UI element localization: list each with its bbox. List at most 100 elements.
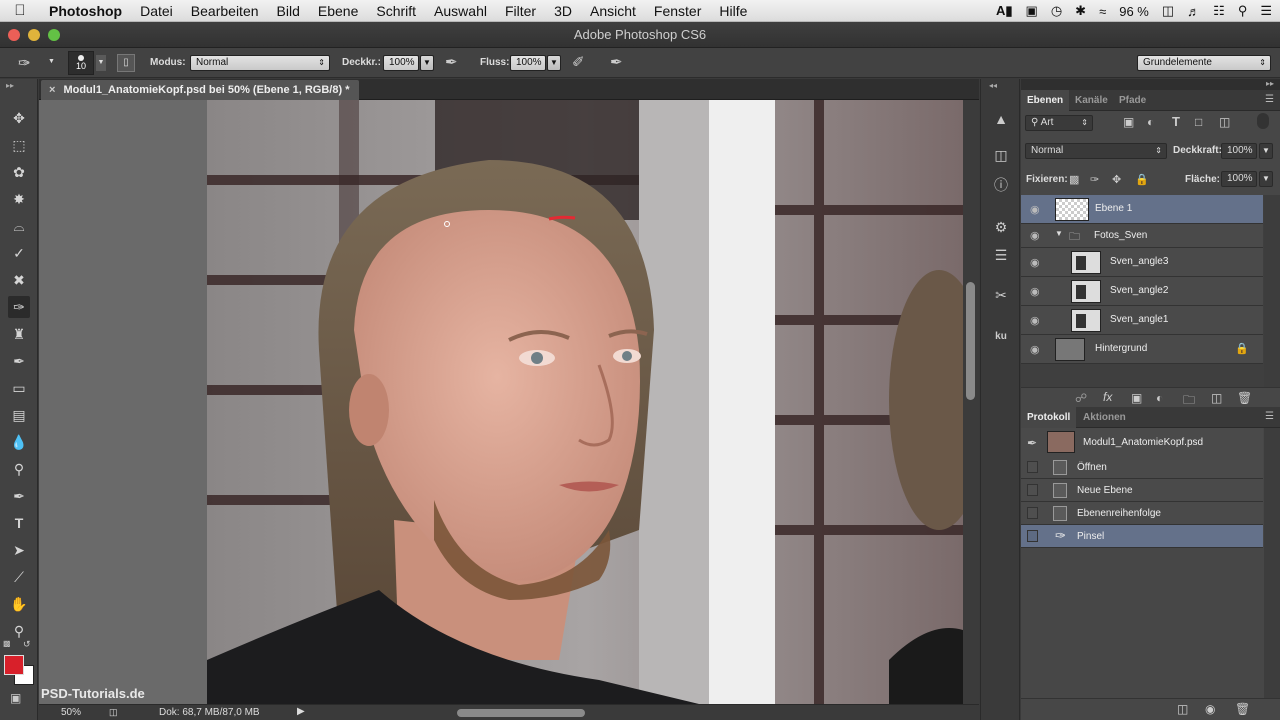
- pressure-size-icon[interactable]: ✒: [610, 53, 623, 71]
- tab-protokoll[interactable]: Protokoll: [1021, 407, 1077, 428]
- add-mask-icon[interactable]: ▣: [1131, 391, 1142, 405]
- eye-icon[interactable]: ◉: [1030, 256, 1040, 269]
- eye-icon[interactable]: ◉: [1030, 343, 1040, 356]
- type-tool-icon[interactable]: T: [8, 512, 30, 534]
- history-step-neue-ebene[interactable]: Neue Ebene: [1021, 479, 1263, 502]
- camera-snapshot-icon[interactable]: ◉: [1205, 702, 1215, 716]
- brush-preset-icon[interactable]: ✑: [18, 54, 31, 72]
- histogram-icon[interactable]: ▲: [989, 109, 1013, 129]
- battery-icon[interactable]: ◫: [1162, 3, 1174, 19]
- filter-adjustment-icon[interactable]: ◐: [1147, 115, 1154, 129]
- history-checkbox[interactable]: [1027, 530, 1038, 542]
- flow-field[interactable]: 100%: [510, 55, 546, 71]
- foreground-color-swatch[interactable]: [4, 655, 24, 675]
- photo-canvas[interactable]: [39, 100, 963, 704]
- menu-photoshop[interactable]: Photoshop: [40, 3, 131, 19]
- eye-icon[interactable]: ◉: [1030, 229, 1040, 242]
- menu-schrift[interactable]: Schrift: [367, 3, 425, 19]
- filter-type-icon[interactable]: T: [1172, 114, 1180, 129]
- history-step-pinsel[interactable]: ✑ Pinsel: [1021, 525, 1263, 548]
- menu-filter[interactable]: Filter: [496, 3, 545, 19]
- adobe-status-icon[interactable]: A▮: [996, 3, 1013, 19]
- layer-row-fotos-sven[interactable]: ◉ ▼ 🗀 Fotos_Sven: [1021, 224, 1263, 248]
- panel-menu-icon[interactable]: ☰: [1265, 411, 1274, 422]
- tab-kanaele[interactable]: Kanäle: [1069, 90, 1114, 111]
- layer-row-hintergrund[interactable]: ◉ Hintergrund 🔒: [1021, 335, 1263, 364]
- opacity-field[interactable]: 100%: [383, 55, 419, 71]
- brush-size-chevron-icon[interactable]: ▼: [96, 55, 106, 71]
- default-colors-icon[interactable]: ▩: [3, 639, 11, 648]
- layer-row-ebene-1[interactable]: ◉ Ebene 1: [1021, 195, 1263, 224]
- vertical-scrollbar[interactable]: [963, 100, 979, 704]
- horizontal-scroll-thumb[interactable]: [457, 709, 585, 717]
- fill-field[interactable]: 100%: [1221, 171, 1257, 187]
- history-checkbox[interactable]: [1027, 461, 1038, 473]
- healing-brush-tool-icon[interactable]: ✖: [8, 269, 30, 291]
- spotlight-icon[interactable]: ⚲: [1238, 3, 1248, 19]
- brush-tool-icon[interactable]: ✑: [8, 296, 30, 318]
- gradient-tool-icon[interactable]: ▤: [8, 404, 30, 426]
- adjustments-icon[interactable]: ☰: [989, 245, 1013, 265]
- fx-icon[interactable]: fx: [1103, 390, 1112, 404]
- trash-icon[interactable]: 🗑: [1237, 391, 1252, 405]
- workspace-dropdown[interactable]: Grundelemente ⇕: [1137, 55, 1271, 71]
- zoom-window-button[interactable]: [48, 29, 60, 41]
- marquee-tool-icon[interactable]: ⬚: [8, 134, 30, 156]
- close-tab-icon[interactable]: ×: [49, 84, 55, 96]
- eye-icon[interactable]: ◉: [1030, 203, 1040, 216]
- history-step-oeffnen[interactable]: Öffnen: [1021, 456, 1263, 479]
- link-layers-icon[interactable]: ☍: [1075, 391, 1087, 405]
- line-tool-icon[interactable]: ⟋: [8, 566, 30, 588]
- layer-row-sven-angle1[interactable]: ◉ Sven_angle1: [1021, 306, 1263, 335]
- eye-icon[interactable]: ◉: [1030, 314, 1040, 327]
- lock-paint-icon[interactable]: ✑: [1090, 173, 1099, 186]
- layer-opacity-field[interactable]: 100%: [1221, 143, 1257, 159]
- airbrush-icon[interactable]: ✐: [572, 53, 585, 71]
- lock-transparency-icon[interactable]: ▩: [1069, 173, 1079, 186]
- info-panel-icon[interactable]: ◫: [989, 145, 1013, 165]
- bluetooth-icon[interactable]: ✱: [1075, 3, 1086, 19]
- menu-3d[interactable]: 3D: [545, 3, 581, 19]
- tool-presets-icon[interactable]: ✂: [989, 285, 1013, 305]
- keyboard-icon[interactable]: ☷: [1213, 3, 1225, 19]
- trash-icon[interactable]: 🗑: [1235, 702, 1250, 716]
- menu-fenster[interactable]: Fenster: [645, 3, 710, 19]
- vertical-scroll-thumb[interactable]: [966, 282, 975, 400]
- fill-chevron-icon[interactable]: ▼: [1259, 171, 1273, 187]
- filter-smartobject-icon[interactable]: ◫: [1219, 115, 1230, 129]
- minimize-window-button[interactable]: [28, 29, 40, 41]
- export-icon[interactable]: ◫: [109, 707, 118, 718]
- document-tab[interactable]: × Modul1_AnatomieKopf.psd bei 50% (Ebene …: [41, 80, 360, 100]
- layer-row-sven-angle3[interactable]: ◉ Sven_angle3: [1021, 248, 1263, 277]
- notification-center-icon[interactable]: ☰: [1260, 3, 1272, 19]
- new-document-from-state-icon[interactable]: ◫: [1177, 702, 1188, 716]
- filter-shape-icon[interactable]: □: [1195, 115, 1202, 129]
- flow-chevron-icon[interactable]: ▼: [547, 55, 561, 71]
- magic-wand-tool-icon[interactable]: ✸: [8, 188, 30, 210]
- collapse-arrows-icon[interactable]: ▸▸: [6, 81, 14, 90]
- swap-colors-icon[interactable]: ↺: [23, 639, 31, 650]
- wifi-icon[interactable]: ≈: [1099, 4, 1106, 19]
- zoom-level[interactable]: 50%: [61, 707, 81, 718]
- filter-toggle[interactable]: [1257, 113, 1269, 129]
- collapse-arrows-icon[interactable]: ◂◂: [989, 81, 997, 90]
- clone-stamp-tool-icon[interactable]: ♜: [8, 323, 30, 345]
- menu-bearbeiten[interactable]: Bearbeiten: [182, 3, 268, 19]
- brush-panel-toggle-icon[interactable]: ▯: [117, 54, 135, 72]
- tab-pfade[interactable]: Pfade: [1113, 90, 1152, 111]
- time-machine-icon[interactable]: ◷: [1051, 3, 1062, 19]
- menu-hilfe[interactable]: Hilfe: [710, 3, 756, 19]
- apple-icon[interactable]: : [0, 2, 40, 19]
- panel-menu-icon[interactable]: ☰: [1265, 94, 1274, 105]
- new-adjustment-icon[interactable]: ◐: [1156, 391, 1163, 405]
- canvas-area[interactable]: PSD-Tutorials.de: [39, 100, 963, 704]
- menu-bild[interactable]: Bild: [268, 3, 309, 19]
- lock-all-icon[interactable]: 🔒: [1135, 173, 1149, 186]
- layers-scrollbar[interactable]: [1264, 195, 1280, 387]
- layer-opacity-chevron-icon[interactable]: ▼: [1259, 143, 1273, 159]
- tab-ebenen[interactable]: Ebenen: [1021, 90, 1070, 111]
- layer-filter-dropdown[interactable]: ⚲ Art ⇕: [1025, 115, 1093, 131]
- menu-ebene[interactable]: Ebene: [309, 3, 367, 19]
- crop-tool-icon[interactable]: ⌓: [8, 215, 30, 237]
- menu-ansicht[interactable]: Ansicht: [581, 3, 645, 19]
